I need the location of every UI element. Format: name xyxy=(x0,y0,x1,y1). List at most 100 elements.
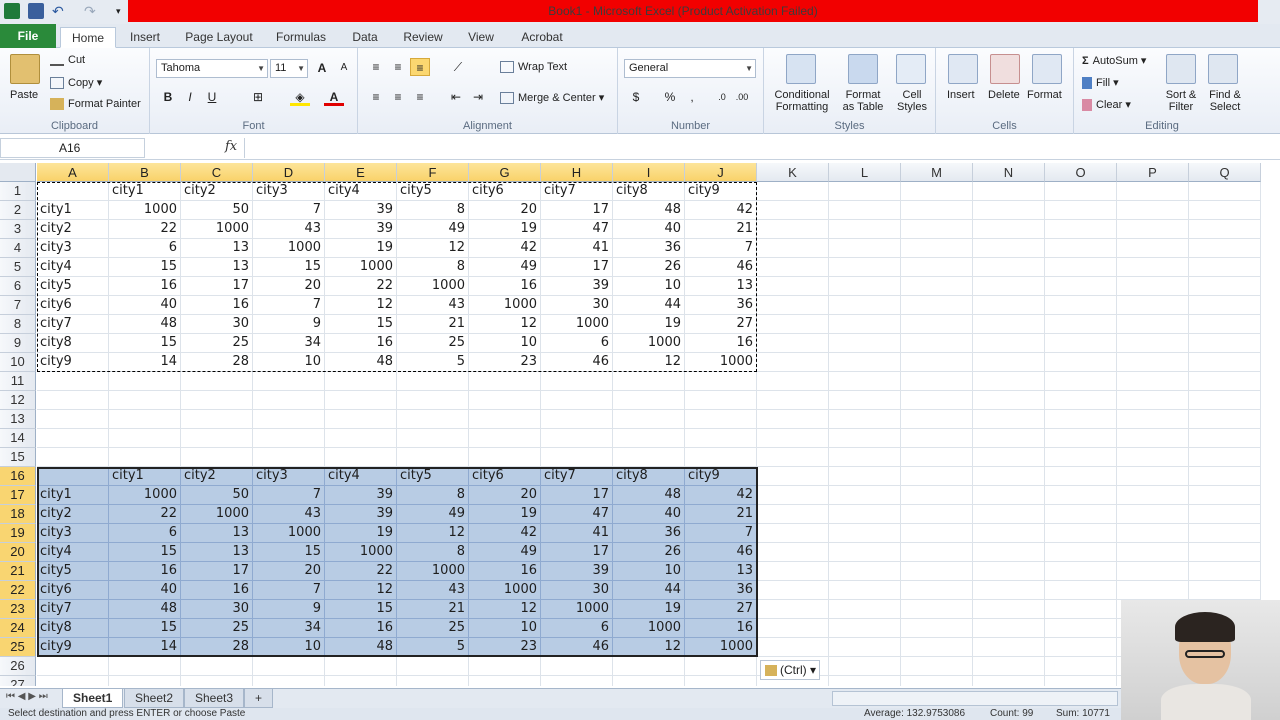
table-cell[interactable]: 20 xyxy=(253,277,325,296)
table-cell[interactable]: 14 xyxy=(109,353,181,372)
table-cell[interactable]: 5 xyxy=(397,638,469,657)
header-cell[interactable]: city9 xyxy=(685,467,757,486)
empty-cell[interactable] xyxy=(1189,391,1261,410)
empty-cell[interactable] xyxy=(685,448,757,467)
find-select-button[interactable]: Find & Select xyxy=(1204,89,1246,113)
empty-cell[interactable] xyxy=(1189,486,1261,505)
table-cell[interactable]: 49 xyxy=(469,258,541,277)
empty-cell[interactable] xyxy=(829,600,901,619)
row-header-11[interactable]: 11 xyxy=(0,372,36,391)
column-header-k[interactable]: K xyxy=(757,163,829,182)
empty-cell[interactable] xyxy=(973,372,1045,391)
empty-cell[interactable] xyxy=(109,657,181,676)
format-as-table-button[interactable]: Format as Table xyxy=(838,89,888,113)
cell-styles-icon[interactable] xyxy=(896,54,926,84)
table-cell[interactable]: 30 xyxy=(541,296,613,315)
empty-cell[interactable] xyxy=(685,410,757,429)
font-name-select[interactable]: Tahoma ▼ xyxy=(156,59,268,78)
table-cell[interactable]: 41 xyxy=(541,524,613,543)
table-cell[interactable]: 20 xyxy=(469,201,541,220)
empty-cell[interactable] xyxy=(181,391,253,410)
table-cell[interactable]: 17 xyxy=(181,562,253,581)
empty-cell[interactable] xyxy=(973,448,1045,467)
empty-cell[interactable] xyxy=(829,201,901,220)
table-cell[interactable]: 48 xyxy=(613,486,685,505)
table-cell[interactable]: 22 xyxy=(109,220,181,239)
table-cell[interactable]: 1000 xyxy=(613,619,685,638)
empty-cell[interactable] xyxy=(901,429,973,448)
empty-cell[interactable] xyxy=(829,315,901,334)
empty-cell[interactable] xyxy=(181,410,253,429)
empty-cell[interactable] xyxy=(1045,638,1117,657)
empty-cell[interactable] xyxy=(1045,505,1117,524)
empty-cell[interactable] xyxy=(1117,201,1189,220)
table-cell[interactable]: 47 xyxy=(541,220,613,239)
header-cell[interactable]: city7 xyxy=(541,182,613,201)
paste-icon[interactable] xyxy=(10,54,40,84)
table-cell[interactable]: 10 xyxy=(613,277,685,296)
empty-cell[interactable] xyxy=(1045,258,1117,277)
merge-center-button[interactable]: Merge & Center ▾ xyxy=(500,91,604,105)
empty-cell[interactable] xyxy=(901,467,973,486)
row-header-21[interactable]: 21 xyxy=(0,562,36,581)
empty-cell[interactable] xyxy=(325,372,397,391)
table-cell[interactable]: 21 xyxy=(397,315,469,334)
empty-cell[interactable] xyxy=(253,657,325,676)
empty-cell[interactable] xyxy=(901,619,973,638)
column-header-m[interactable]: M xyxy=(901,163,973,182)
table-cell[interactable]: 12 xyxy=(397,524,469,543)
table-cell[interactable]: 12 xyxy=(613,353,685,372)
empty-cell[interactable] xyxy=(901,277,973,296)
table-cell[interactable]: 16 xyxy=(181,581,253,600)
empty-cell[interactable] xyxy=(757,353,829,372)
empty-cell[interactable] xyxy=(541,676,613,686)
header-cell[interactable]: city8 xyxy=(613,467,685,486)
table-cell[interactable]: 8 xyxy=(397,258,469,277)
shrink-font-icon[interactable]: A xyxy=(334,59,354,77)
table-cell[interactable]: 26 xyxy=(613,543,685,562)
table-cell[interactable]: 13 xyxy=(181,258,253,277)
row-header-6[interactable]: 6 xyxy=(0,277,36,296)
table-cell[interactable]: 19 xyxy=(325,239,397,258)
tab-page-layout[interactable]: Page Layout xyxy=(180,27,258,48)
empty-cell[interactable] xyxy=(901,581,973,600)
empty-cell[interactable] xyxy=(829,429,901,448)
row-header-12[interactable]: 12 xyxy=(0,391,36,410)
table-cell[interactable]: city9 xyxy=(37,353,109,372)
empty-cell[interactable] xyxy=(1117,277,1189,296)
name-box[interactable]: A16 xyxy=(0,138,145,158)
table-cell[interactable]: 10 xyxy=(253,638,325,657)
empty-cell[interactable] xyxy=(1045,334,1117,353)
table-cell[interactable]: 39 xyxy=(325,486,397,505)
empty-cell[interactable] xyxy=(1117,562,1189,581)
table-cell[interactable]: 48 xyxy=(325,353,397,372)
header-cell[interactable]: city1 xyxy=(109,467,181,486)
table-cell[interactable]: 50 xyxy=(181,201,253,220)
table-cell[interactable]: 1000 xyxy=(253,524,325,543)
empty-cell[interactable] xyxy=(757,410,829,429)
empty-cell[interactable] xyxy=(397,391,469,410)
empty-cell[interactable] xyxy=(541,429,613,448)
empty-cell[interactable] xyxy=(829,372,901,391)
table-cell[interactable]: 41 xyxy=(541,239,613,258)
table-cell[interactable]: 17 xyxy=(541,543,613,562)
empty-cell[interactable] xyxy=(973,220,1045,239)
header-cell[interactable]: city8 xyxy=(613,182,685,201)
table-cell[interactable]: 1000 xyxy=(181,220,253,239)
empty-cell[interactable] xyxy=(325,391,397,410)
empty-cell[interactable] xyxy=(1045,220,1117,239)
table-cell[interactable]: 40 xyxy=(613,505,685,524)
empty-cell[interactable] xyxy=(253,391,325,410)
row-header-27[interactable]: 27 xyxy=(0,676,36,686)
empty-cell[interactable] xyxy=(901,258,973,277)
empty-cell[interactable] xyxy=(901,600,973,619)
row-header-7[interactable]: 7 xyxy=(0,296,36,315)
row-header-24[interactable]: 24 xyxy=(0,619,36,638)
empty-cell[interactable] xyxy=(829,467,901,486)
table-cell[interactable]: 12 xyxy=(325,296,397,315)
table-cell[interactable]: 1000 xyxy=(541,315,613,334)
table-cell[interactable]: 15 xyxy=(325,600,397,619)
sheet-tab-1[interactable]: Sheet1 xyxy=(62,689,124,708)
table-cell[interactable]: 10 xyxy=(469,334,541,353)
font-color-icon[interactable]: A xyxy=(324,88,344,106)
